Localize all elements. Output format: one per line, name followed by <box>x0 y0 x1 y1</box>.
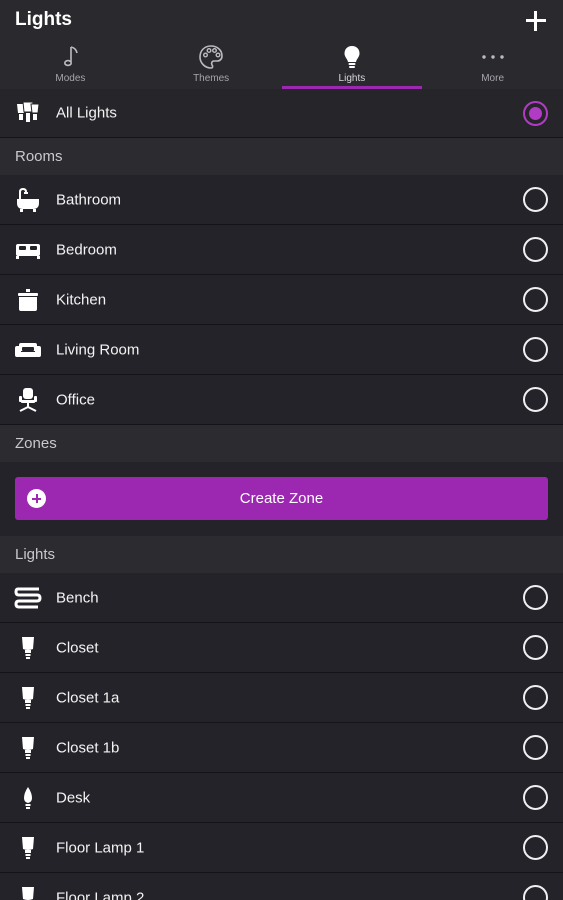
tab-label: Themes <box>193 73 230 84</box>
all-lights-row[interactable]: All Lights <box>0 89 563 138</box>
light-radio[interactable] <box>523 685 548 710</box>
light-group-icon <box>17 101 40 122</box>
section-header-lights: Lights <box>0 536 563 573</box>
create-zone-label: Create Zone <box>239 490 324 507</box>
zones-container: Create Zone <box>0 462 563 536</box>
section-title: Zones <box>15 435 57 452</box>
bed-icon <box>16 243 40 259</box>
tab-modes[interactable]: Modes <box>0 40 141 89</box>
section-header-zones: Zones <box>0 425 563 462</box>
room-radio[interactable] <box>523 387 548 412</box>
light-strip-icon <box>14 587 42 608</box>
room-radio[interactable] <box>523 237 548 262</box>
cooking-pot-icon <box>18 288 38 311</box>
light-row-closet-1b[interactable]: Closet 1b <box>0 723 563 773</box>
room-label: Office <box>56 391 95 408</box>
page-title: Lights <box>15 9 72 30</box>
bulb-icon <box>22 836 34 859</box>
light-bulb-icon <box>344 46 360 68</box>
room-row-bathroom[interactable]: Bathroom <box>0 175 563 225</box>
light-row-closet[interactable]: Closet <box>0 623 563 673</box>
all-lights-label: All Lights <box>56 104 117 122</box>
room-row-kitchen[interactable]: Kitchen <box>0 275 563 325</box>
light-radio[interactable] <box>523 635 548 660</box>
room-row-bedroom[interactable]: Bedroom <box>0 225 563 275</box>
light-radio[interactable] <box>523 735 548 760</box>
sofa-icon <box>15 342 41 357</box>
music-note-icon <box>64 46 79 67</box>
bulb-icon <box>22 636 34 659</box>
room-row-office[interactable]: Office <box>0 375 563 425</box>
tab-bar: Modes Themes Lights More <box>0 40 563 89</box>
office-chair-icon <box>19 387 37 412</box>
section-header-rooms: Rooms <box>0 138 563 175</box>
tab-label: Lights <box>338 73 366 84</box>
more-dots-icon <box>481 55 504 59</box>
light-radio[interactable] <box>523 585 548 610</box>
light-label: Bench <box>56 589 99 606</box>
tab-label: Modes <box>55 73 86 84</box>
room-label: Kitchen <box>56 291 107 308</box>
tab-themes[interactable]: Themes <box>141 40 282 89</box>
tab-label: More <box>481 73 505 84</box>
room-radio[interactable] <box>523 337 548 362</box>
all-lights-radio[interactable] <box>523 100 548 126</box>
app: Lights Modes Themes Lights More All Ligh… <box>0 0 563 900</box>
room-label: Bedroom <box>56 241 117 258</box>
light-label: Closet 1a <box>56 689 120 706</box>
light-radio[interactable] <box>523 785 548 810</box>
bathtub-icon <box>17 187 39 212</box>
app-header: Lights Modes Themes Lights More <box>0 0 563 89</box>
room-label: Living Room <box>56 341 140 358</box>
light-row-floor-lamp-2[interactable]: Floor Lamp 2 <box>0 873 563 900</box>
light-label: Floor Lamp 2 <box>56 889 145 900</box>
section-title: Lights <box>15 546 56 563</box>
add-button[interactable] <box>521 6 551 36</box>
palette-icon <box>199 45 223 69</box>
light-row-closet-1a[interactable]: Closet 1a <box>0 673 563 723</box>
create-zone-button[interactable]: Create Zone <box>15 477 548 520</box>
light-label: Floor Lamp 1 <box>56 839 145 856</box>
room-row-living-room[interactable]: Living Room <box>0 325 563 375</box>
section-title: Rooms <box>15 148 63 165</box>
light-row-bench[interactable]: Bench <box>0 573 563 623</box>
tab-lights[interactable]: Lights <box>281 40 423 89</box>
light-row-floor-lamp-1[interactable]: Floor Lamp 1 <box>0 823 563 873</box>
bulb-icon <box>22 736 34 759</box>
tab-more[interactable]: More <box>422 40 563 89</box>
light-radio[interactable] <box>523 885 548 900</box>
bulb-icon <box>22 886 34 900</box>
light-label: Closet 1b <box>56 739 120 756</box>
light-row-desk[interactable]: Desk <box>0 773 563 823</box>
light-label: Closet <box>56 639 99 656</box>
room-label: Bathroom <box>56 191 122 208</box>
room-radio[interactable] <box>523 187 548 212</box>
room-radio[interactable] <box>523 287 548 312</box>
light-radio[interactable] <box>523 835 548 860</box>
candle-bulb-icon <box>24 786 32 809</box>
bulb-icon <box>22 686 34 709</box>
light-label: Desk <box>56 789 91 806</box>
